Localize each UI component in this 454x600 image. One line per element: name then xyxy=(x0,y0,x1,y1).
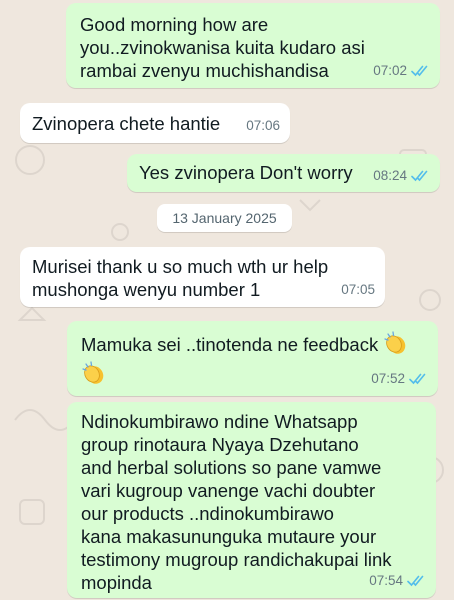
message-meta: 07:02 xyxy=(373,59,430,82)
double-check-read-icon xyxy=(407,575,424,586)
date-separator: 13 January 2025 xyxy=(157,204,292,232)
message-text-row: Mamuka sei ..tinotenda ne feedback xyxy=(81,330,426,356)
message-bubble-outgoing[interactable]: Mamuka sei ..tinotenda ne feedback 07:52 xyxy=(67,321,438,396)
message-meta: 07:05 xyxy=(341,278,375,301)
message-time: 08:24 xyxy=(373,168,407,183)
message-bubble-incoming[interactable]: Murisei thank u so much wth ur help mush… xyxy=(20,247,385,307)
double-check-read-icon xyxy=(411,170,428,181)
message-time: 07:54 xyxy=(369,573,403,588)
message-time: 07:06 xyxy=(246,118,280,133)
message-time: 07:02 xyxy=(373,63,407,78)
message-text: Mamuka sei ..tinotenda ne feedback xyxy=(81,334,379,355)
double-check-read-icon xyxy=(409,373,426,384)
clapping-hands-icon xyxy=(384,331,406,354)
message-bubble-incoming[interactable]: Zvinopera chete hantie 07:06 xyxy=(20,103,290,143)
message-time: 07:05 xyxy=(341,282,375,297)
message-time: 07:52 xyxy=(371,371,405,386)
message-bubble-outgoing[interactable]: Yes zvinopera Don't worry 08:24 xyxy=(127,154,440,192)
message-bubble-outgoing[interactable]: Ndinokumbirawo ndine Whatsapp group rino… xyxy=(67,402,436,598)
message-bubble-outgoing[interactable]: Good morning how are you..zvinokwanisa k… xyxy=(66,3,440,88)
message-meta: 07:54 xyxy=(369,569,426,592)
message-text: Zvinopera chete hantie xyxy=(32,113,221,134)
message-meta: 08:24 xyxy=(373,164,430,187)
clapping-hands-icon xyxy=(82,361,104,384)
message-text: Murisei thank u so much wth ur help mush… xyxy=(32,256,329,300)
message-text: Ndinokumbirawo ndine Whatsapp group rino… xyxy=(81,411,392,593)
message-meta: 07:52 xyxy=(371,367,428,390)
double-check-read-icon xyxy=(411,65,428,76)
message-meta: 07:06 xyxy=(246,114,280,137)
